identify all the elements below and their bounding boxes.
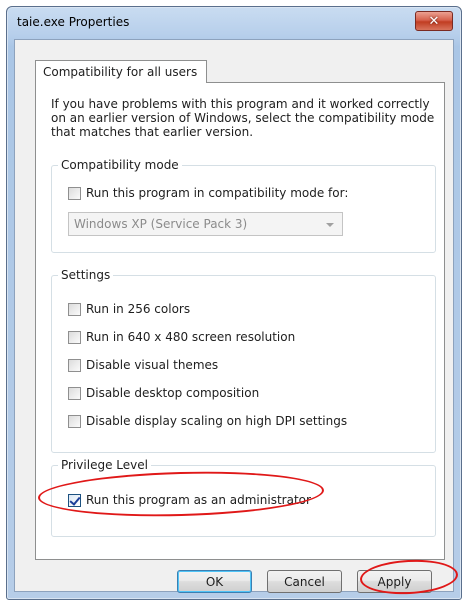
- cancel-button[interactable]: Cancel: [267, 570, 342, 593]
- compatibility-mode-checkbox-label: Run this program in compatibility mode f…: [86, 186, 349, 200]
- dialog-client-area: Compatibility for all users If you have …: [14, 39, 454, 593]
- settings-label: Settings: [58, 268, 114, 282]
- compatibility-mode-group: Compatibility mode Run this program in c…: [51, 158, 436, 253]
- option-640x480[interactable]: Run in 640 x 480 screen resolution: [68, 330, 295, 344]
- tab-panel: If you have problems with this program a…: [35, 82, 445, 560]
- option-label: Run in 640 x 480 screen resolution: [86, 330, 296, 344]
- privilege-level-group: Privilege Level Run this program as an a…: [51, 458, 436, 537]
- ok-button[interactable]: OK: [177, 570, 252, 593]
- close-icon: ✕: [428, 13, 440, 29]
- apply-button-label: Apply: [377, 574, 412, 589]
- option-disable-dpi-scaling[interactable]: Disable display scaling on high DPI sett…: [68, 414, 347, 428]
- ok-button-label: OK: [205, 574, 224, 589]
- compatibility-mode-checkbox[interactable]: Run this program in compatibility mode f…: [68, 186, 348, 200]
- apply-button[interactable]: Apply: [357, 570, 432, 593]
- option-label: Run in 256 colors: [86, 302, 191, 316]
- compatibility-mode-label: Compatibility mode: [58, 158, 182, 172]
- checkbox-box[interactable]: [68, 414, 81, 428]
- os-version-select[interactable]: Windows XP (Service Pack 3): [68, 212, 343, 236]
- os-version-value: Windows XP (Service Pack 3): [74, 217, 248, 231]
- checkbox-box[interactable]: [68, 302, 81, 316]
- cancel-button-label: Cancel: [284, 574, 325, 589]
- run-as-admin-label: Run this program as an administrator: [86, 493, 311, 507]
- checkbox-box[interactable]: [68, 186, 81, 200]
- checkbox-box[interactable]: [68, 358, 81, 372]
- checkbox-box[interactable]: [68, 493, 81, 507]
- properties-dialog: taie.exe Properties ✕ Compatibility for …: [6, 6, 462, 600]
- run-as-admin-checkbox[interactable]: Run this program as an administrator: [68, 493, 311, 507]
- settings-group: Settings Run in 256 colors Run in 640 x …: [51, 268, 436, 453]
- chevron-down-icon: [326, 223, 334, 227]
- option-disable-visual-themes[interactable]: Disable visual themes: [68, 358, 218, 372]
- privilege-level-label: Privilege Level: [58, 458, 151, 472]
- option-label: Disable desktop composition: [86, 386, 260, 400]
- option-label: Disable display scaling on high DPI sett…: [86, 414, 348, 428]
- title-bar[interactable]: taie.exe Properties ✕: [7, 7, 461, 39]
- intro-text: If you have problems with this program a…: [51, 97, 435, 139]
- checkbox-box[interactable]: [68, 330, 81, 344]
- tab-compatibility-for-all-users[interactable]: Compatibility for all users: [35, 60, 207, 83]
- checkbox-box[interactable]: [68, 386, 81, 400]
- close-button[interactable]: ✕: [415, 11, 453, 31]
- option-256-colors[interactable]: Run in 256 colors: [68, 302, 190, 316]
- tab-label: Compatibility for all users: [43, 65, 198, 79]
- option-label: Disable visual themes: [86, 358, 219, 372]
- window-title: taie.exe Properties: [17, 15, 130, 29]
- option-disable-desktop-composition[interactable]: Disable desktop composition: [68, 386, 259, 400]
